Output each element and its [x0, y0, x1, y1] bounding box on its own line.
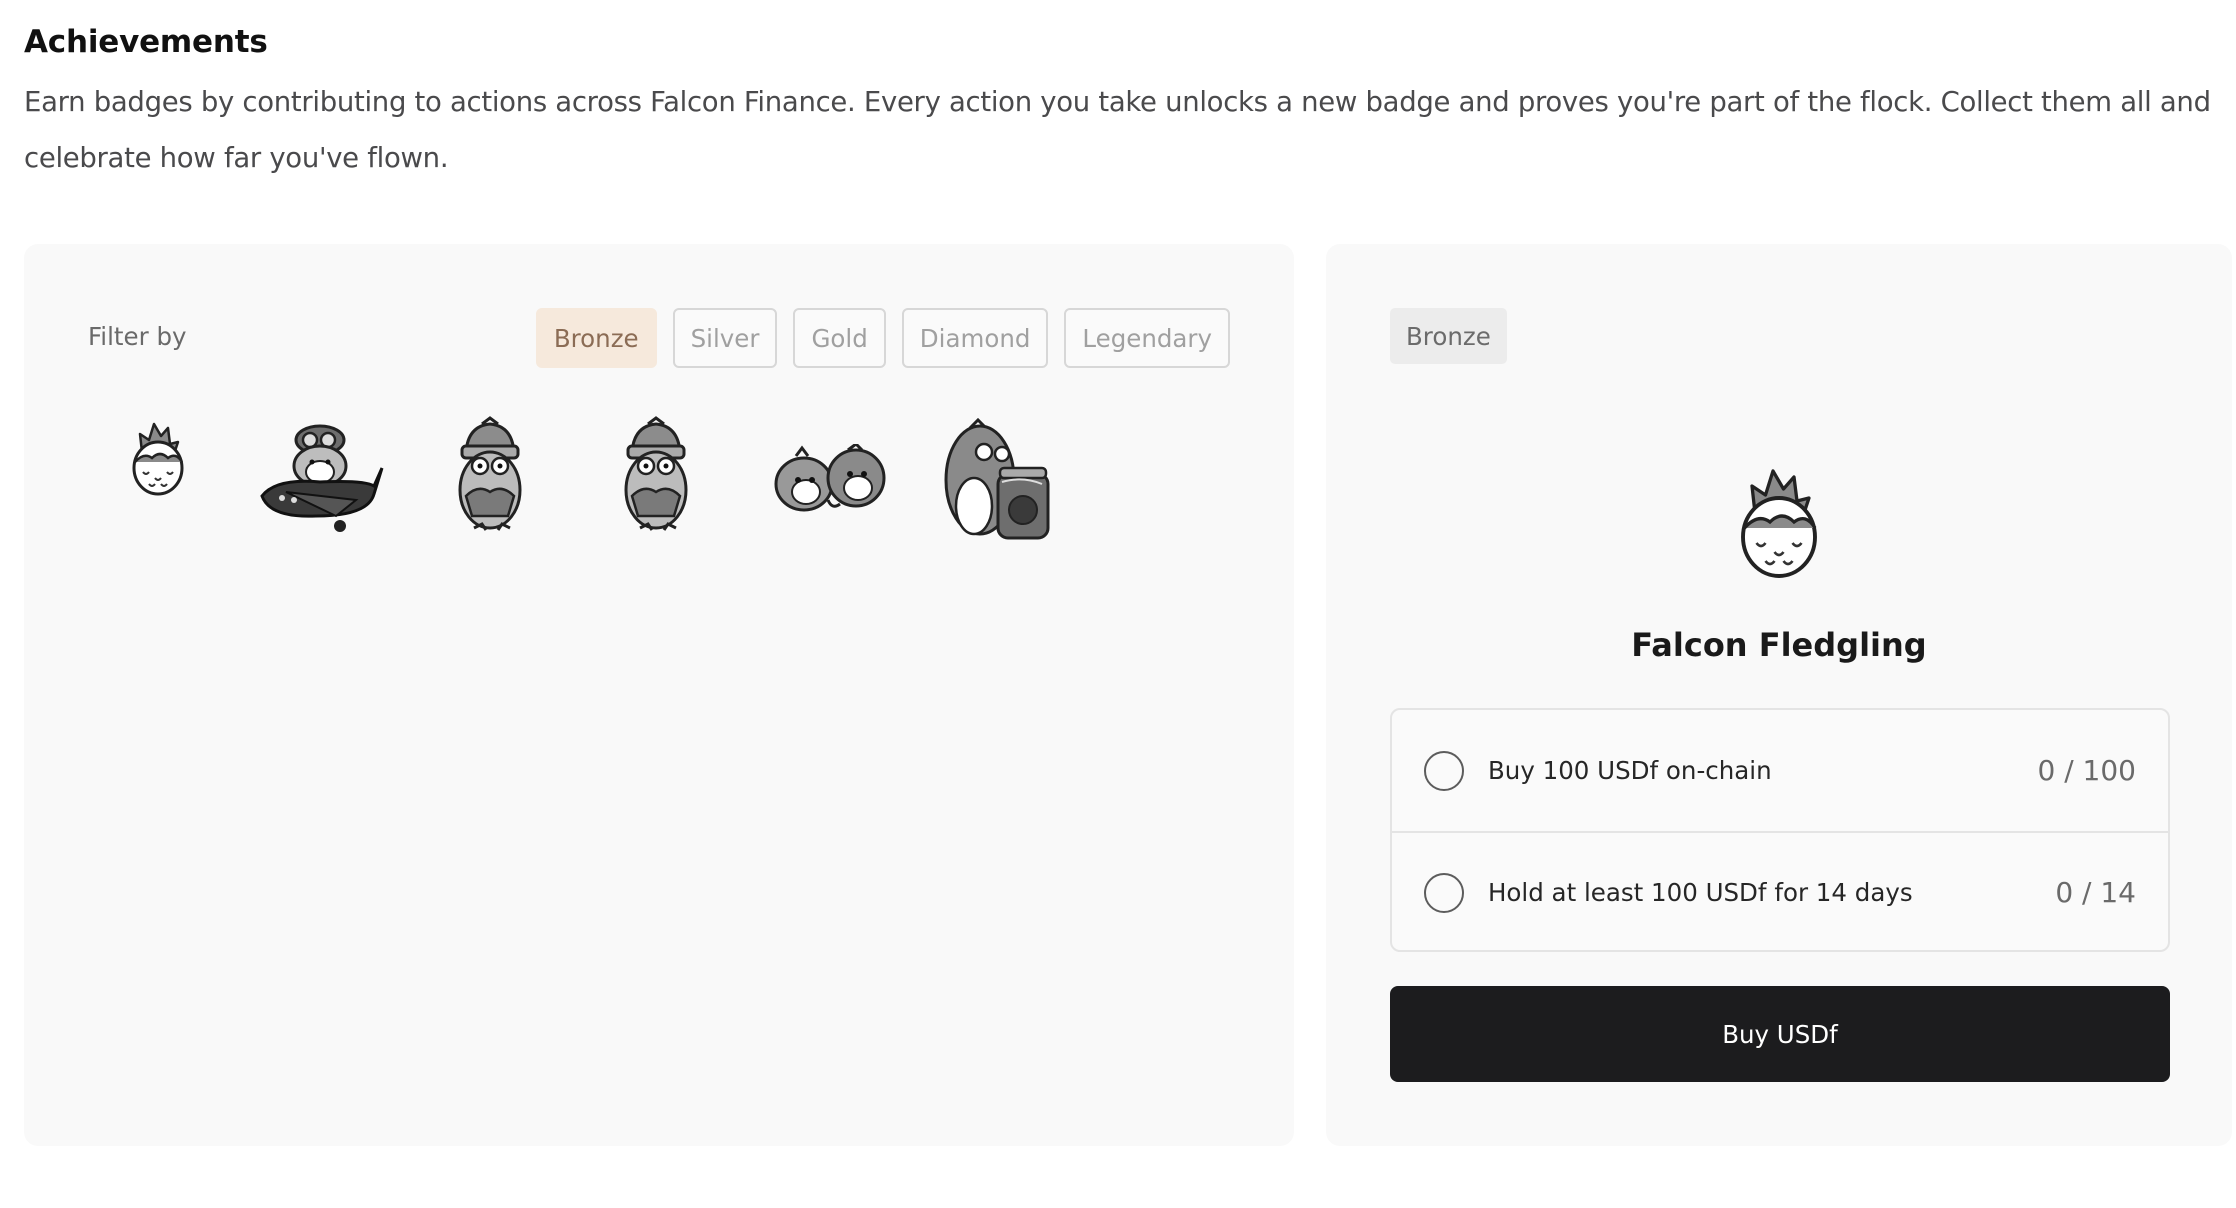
page-title: Achievements	[24, 24, 268, 60]
tier-filter-group: Bronze Silver Gold Diamond Legendary	[535, 308, 1230, 368]
tier-badge: Bronze	[1390, 308, 1507, 364]
two-birds-icon	[774, 442, 886, 512]
task-progress: 0 / 100	[2037, 754, 2137, 787]
bird-with-beanie-icon	[624, 416, 688, 531]
badge-falcon-fledgling[interactable]	[130, 418, 186, 502]
filter-chip-gold[interactable]: Gold	[793, 308, 886, 368]
badge-pilot[interactable]	[256, 420, 384, 540]
filter-chip-silver[interactable]: Silver	[672, 308, 778, 368]
badge-name: Falcon Fledgling	[1631, 626, 1927, 664]
badge-beanie-bird-2[interactable]	[614, 416, 698, 538]
task-status-circle	[1424, 750, 1464, 791]
filter-chip-diamond[interactable]: Diamond	[901, 308, 1049, 368]
task-status-circle	[1424, 872, 1464, 913]
hatching-egg-icon	[132, 422, 184, 496]
badge-bird-jar[interactable]	[942, 417, 1052, 550]
page-description: Earn badges by contributing to actions a…	[24, 86, 2211, 174]
hatching-egg-icon	[1741, 469, 1817, 578]
bird-pilot-airplane-icon	[260, 424, 384, 532]
badge-beanie-bird[interactable]	[448, 416, 532, 538]
task-row: Buy 100 USDf on-chain 0 / 100	[1392, 710, 2168, 831]
filter-label: Filter by	[88, 322, 187, 351]
filter-chip-legendary[interactable]: Legendary	[1064, 308, 1230, 368]
selected-badge-image	[1734, 462, 1824, 586]
buy-usdf-button[interactable]: Buy USDf	[1390, 986, 2170, 1082]
task-label: Hold at least 100 USDf for 14 days	[1488, 878, 1913, 907]
task-row: Hold at least 100 USDf for 14 days 0 / 1…	[1392, 831, 2168, 952]
task-list: Buy 100 USDf on-chain 0 / 100 Hold at le…	[1390, 708, 2170, 952]
filter-chip-bronze[interactable]: Bronze	[535, 308, 657, 368]
task-label: Buy 100 USDf on-chain	[1488, 756, 1772, 785]
bird-with-jar-icon	[944, 417, 1050, 540]
task-progress: 0 / 14	[2055, 876, 2136, 909]
badge-two-birds[interactable]	[770, 442, 890, 520]
bird-with-beanie-icon	[458, 416, 522, 531]
page-header: Achievements Earn badges by contributing…	[24, 24, 2214, 186]
badge-detail-panel: Bronze Falcon Fledgling Buy 100 USDf on-…	[1326, 244, 2232, 1146]
badges-panel: Filter by Bronze Silver Gold Diamond Leg…	[24, 244, 1294, 1146]
